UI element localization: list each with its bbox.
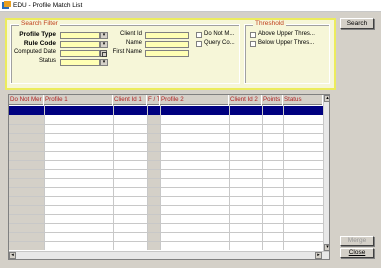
status-dropdown-button[interactable]: ▾ [100,59,108,66]
do-not-match-label: Do Not M... [204,31,235,37]
column-header-f-t[interactable]: F / T [147,95,160,105]
app-icon [2,1,11,9]
profile-type-dropdown-button[interactable]: ▾ [100,32,108,39]
below-upper-threshold-checkbox[interactable] [250,41,256,47]
row-divider [9,214,323,215]
column-divider [283,105,284,250]
above-upper-threshold-checkbox[interactable] [250,32,256,38]
profile-type-label: Profile Type [19,31,56,38]
row-divider [9,187,323,188]
title-bar: EDU - Profile Match List [0,0,381,12]
first-name-field[interactable] [145,50,189,57]
status-field[interactable] [60,59,100,66]
grid-column-do-not-merge [9,115,44,250]
horizontal-scrollbar[interactable]: ◂ ▸ [9,251,329,259]
scroll-down-button[interactable]: ▾ [324,244,329,251]
column-header-status[interactable]: Status [283,95,323,105]
arrow-down-icon: ▾ [326,244,329,250]
row-divider [9,160,323,161]
row-divider [9,178,323,179]
grid-column-f-t [147,115,160,250]
first-name-label: First Name [112,49,142,55]
client-id-field[interactable] [145,32,189,39]
row-divider [9,223,323,224]
scroll-up-button[interactable]: ▴ [324,95,329,102]
filter-area: Search Filter Profile Type ▾ Rule Code ▾… [5,18,336,90]
computed-date-field[interactable] [60,50,100,57]
column-header-client-id-2[interactable]: Client Id 2 [229,95,262,105]
threshold-group: Threshold Above Upper Thres... Below Upp… [244,20,330,84]
column-header-profile-1[interactable]: Profile 1 [44,95,113,105]
row-divider [9,133,323,134]
chevron-down-icon: ▾ [102,41,106,47]
chevron-down-icon: ▾ [102,32,106,38]
arrow-right-icon: ▸ [317,252,320,258]
row-divider [9,232,323,233]
search-filter-group: Search Filter Profile Type ▾ Rule Code ▾… [10,20,240,84]
column-header-profile-2[interactable]: Profile 2 [160,95,229,105]
column-divider [147,105,148,250]
column-divider [160,105,161,250]
window-title: EDU - Profile Match List [13,2,83,9]
row-divider [9,124,323,125]
row-divider [9,142,323,143]
column-divider [44,105,45,250]
row-divider [9,151,323,152]
below-upper-threshold-label: Below Upper Thres... [258,40,315,46]
rule-code-field[interactable] [60,41,100,48]
main-content: Search Filter Profile Type ▾ Rule Code ▾… [0,12,381,268]
column-divider [113,105,114,250]
scroll-right-button[interactable]: ▸ [315,252,322,259]
calendar-icon[interactable] [100,50,107,57]
rule-code-dropdown-button[interactable]: ▾ [100,41,108,48]
client-id-label: Client Id [119,31,142,37]
computed-date-label: Computed Date [13,49,56,55]
profile-type-field[interactable] [60,32,100,39]
scroll-left-button[interactable]: ◂ [9,252,16,259]
arrow-up-icon: ▴ [326,95,329,101]
search-button[interactable]: Search [340,18,374,29]
threshold-legend: Threshold [253,20,286,27]
status-label: Status [38,58,56,64]
do-not-match-checkbox[interactable] [196,32,202,38]
column-header-do-not-merge[interactable]: Do Not Mer [9,95,44,105]
chevron-down-icon: ▾ [102,59,106,65]
search-filter-legend: Search Filter [19,20,60,27]
column-header-client-id-1[interactable]: Client Id 1 [113,95,147,105]
column-divider [262,105,263,250]
vertical-scrollbar[interactable]: ▴ ▾ [323,95,329,251]
query-co-checkbox[interactable] [196,41,202,47]
row-divider [9,169,323,170]
name-label: Name [125,40,142,46]
selected-table-row[interactable] [9,106,323,115]
name-field[interactable] [145,41,189,48]
query-co-label: Query Co... [204,40,235,46]
row-divider [9,196,323,197]
rule-code-label: Rule Code [23,40,56,47]
results-grid[interactable]: Do Not Mer Profile 1 Client Id 1 F / T P… [8,94,330,260]
row-divider [9,205,323,206]
grid-header: Do Not Mer Profile 1 Client Id 1 F / T P… [9,95,323,105]
close-button-label: Close [348,249,366,256]
column-header-points[interactable]: Points [262,95,283,105]
row-divider [9,241,323,242]
arrow-left-icon: ◂ [11,252,14,258]
close-button[interactable]: Close [340,248,374,258]
merge-button[interactable]: Merge [340,236,374,246]
above-upper-threshold-label: Above Upper Thres... [258,31,315,37]
column-divider [229,105,230,250]
